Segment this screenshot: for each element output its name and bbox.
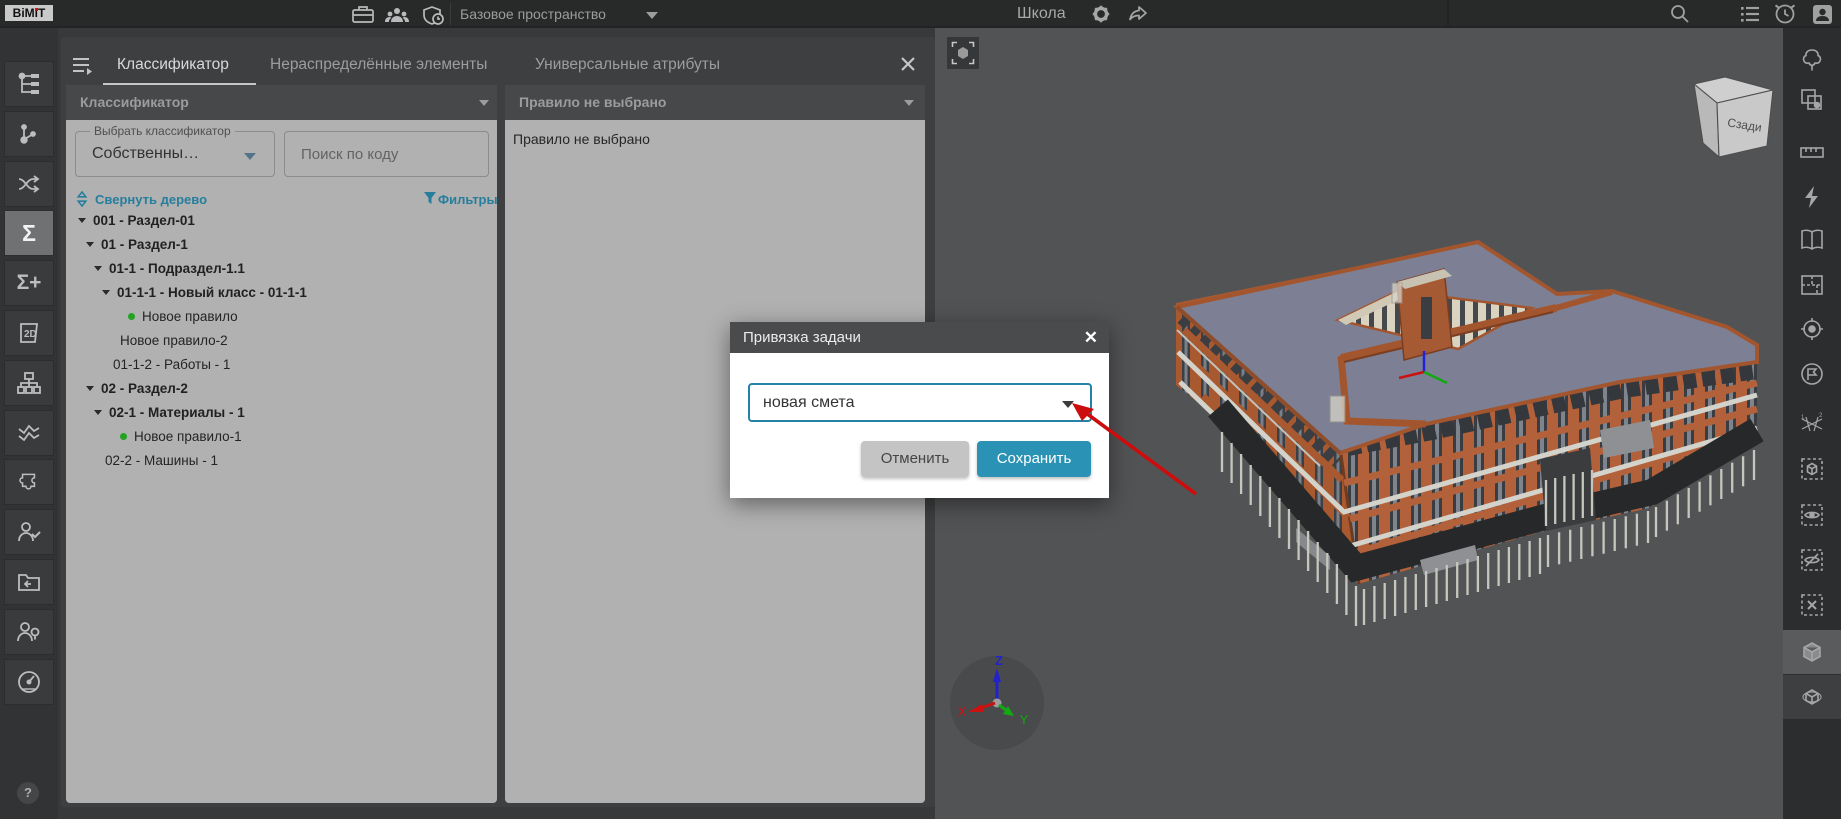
svg-text:Y: Y — [1020, 712, 1029, 727]
svg-text:X: X — [958, 704, 967, 719]
svg-text:Z: Z — [995, 653, 1003, 668]
svg-text:2D: 2D — [24, 329, 37, 340]
svg-text:2: 2 — [1819, 413, 1823, 419]
